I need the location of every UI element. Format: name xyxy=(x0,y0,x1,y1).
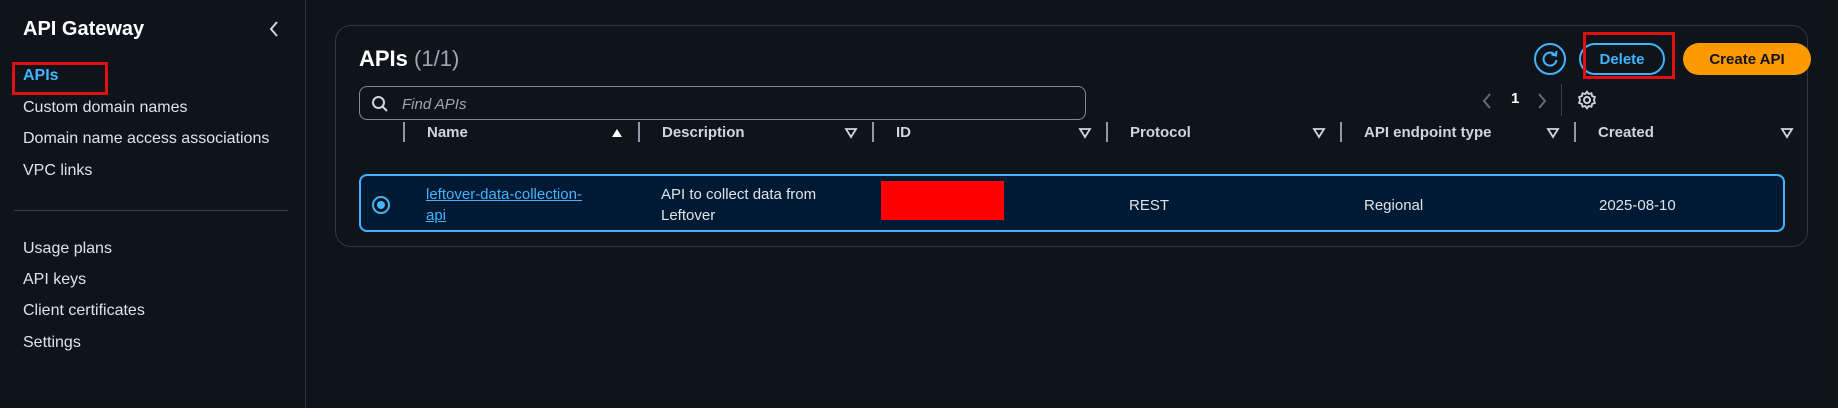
column-separator xyxy=(872,122,874,142)
api-name-line1: leftover-data-collection- xyxy=(426,186,582,203)
create-api-button[interactable]: Create API xyxy=(1683,43,1811,75)
sidebar-item-domain-name-access-associations[interactable]: Domain name access associations xyxy=(23,130,269,148)
description-line1: API to collect data from xyxy=(661,186,817,203)
column-separator xyxy=(638,122,640,142)
sidebar-title: API Gateway xyxy=(23,18,145,40)
cell-created: 2025-08-10 xyxy=(1599,197,1676,214)
sort-descending-icon[interactable] xyxy=(1546,126,1560,140)
sort-descending-icon[interactable] xyxy=(1780,126,1794,140)
sidebar-item-client-certificates[interactable]: Client certificates xyxy=(23,302,145,320)
column-separator xyxy=(1106,122,1108,142)
panel-title-text: APIs xyxy=(359,46,408,71)
sidebar-item-settings[interactable]: Settings xyxy=(23,334,81,352)
cell-protocol: REST xyxy=(1129,197,1170,214)
column-header-endpoint-type[interactable]: API endpoint type xyxy=(1364,124,1492,148)
pager-divider xyxy=(1561,84,1562,116)
highlight-box-apis xyxy=(12,62,108,95)
column-header-name[interactable]: Name xyxy=(427,124,468,148)
cell-name: leftover-data-collection-api xyxy=(426,184,582,226)
chevron-left-icon[interactable] xyxy=(1481,92,1493,110)
sort-descending-icon[interactable] xyxy=(1078,126,1092,140)
cell-endpoint-type: Regional xyxy=(1364,197,1424,214)
cell-description: API to collect data from Leftover xyxy=(661,184,816,226)
page-number[interactable]: 1 xyxy=(1511,90,1519,107)
sidebar-item-api-keys[interactable]: API keys xyxy=(23,271,86,289)
gear-icon[interactable] xyxy=(1577,90,1597,110)
sort-descending-icon[interactable] xyxy=(1312,126,1326,140)
sort-ascending-icon[interactable] xyxy=(610,126,624,140)
column-header-description[interactable]: Description xyxy=(662,124,745,148)
sidebar-divider xyxy=(14,210,288,211)
sidebar-item-vpc-links[interactable]: VPC links xyxy=(23,162,92,180)
column-separator xyxy=(1340,122,1342,142)
highlight-box-delete xyxy=(1583,32,1675,79)
row-select-radio[interactable] xyxy=(372,196,390,214)
chevron-left-icon xyxy=(269,21,278,37)
refresh-icon xyxy=(1542,50,1558,67)
radio-selected-dot xyxy=(377,201,385,209)
column-header-protocol[interactable]: Protocol xyxy=(1130,124,1191,148)
column-separator xyxy=(1574,122,1576,142)
column-header-id[interactable]: ID xyxy=(896,124,911,148)
sort-descending-icon[interactable] xyxy=(844,126,858,140)
api-name-line2: api xyxy=(426,207,447,224)
search-input[interactable] xyxy=(400,93,1074,115)
sidebar-item-custom-domain-names[interactable]: Custom domain names xyxy=(23,99,188,117)
search-icon xyxy=(372,96,388,112)
column-separator xyxy=(403,122,405,142)
sidebar-item-usage-plans[interactable]: Usage plans xyxy=(23,240,112,258)
chevron-right-icon[interactable] xyxy=(1536,92,1548,110)
refresh-button[interactable] xyxy=(1534,43,1566,75)
api-name-link[interactable]: leftover-data-collection-api xyxy=(426,186,582,224)
redacted-id xyxy=(881,181,1004,220)
search-field[interactable] xyxy=(359,86,1086,120)
description-line2: Leftover xyxy=(661,207,716,224)
column-header-created[interactable]: Created xyxy=(1598,124,1654,148)
panel-title: APIs (1/1) xyxy=(359,46,459,72)
collapse-sidebar-button[interactable] xyxy=(264,18,284,40)
panel-title-count: (1/1) xyxy=(414,46,460,71)
